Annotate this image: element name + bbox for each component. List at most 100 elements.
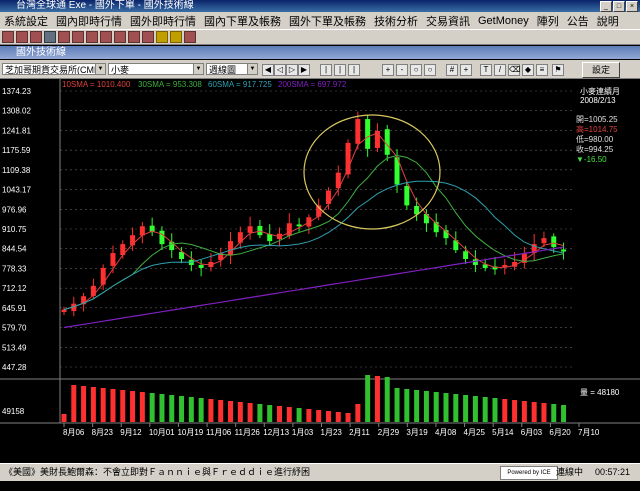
x-tick-label: 2月29 bbox=[378, 428, 400, 437]
bar-2-icon[interactable]: | bbox=[334, 64, 346, 76]
exchange-select[interactable]: 芝加哥期貨交易所(CME) ▼ bbox=[2, 63, 106, 75]
menu-help[interactable]: 說明 bbox=[593, 13, 623, 29]
candle-body bbox=[159, 230, 165, 245]
toolbar-icon-11[interactable] bbox=[142, 31, 154, 43]
volume-bar bbox=[345, 413, 351, 422]
volume-label: 量 = 48180 bbox=[580, 388, 620, 397]
info-date: 2008/2/13 bbox=[580, 96, 616, 105]
menu-domestic-orders[interactable]: 國內下單及帳務 bbox=[200, 13, 285, 29]
volume-bar bbox=[443, 393, 449, 422]
y-tick-label: 1175.59 bbox=[2, 146, 31, 155]
y-tick-label: 1241.81 bbox=[2, 126, 31, 135]
x-tick-label: 6月03 bbox=[521, 428, 543, 437]
text-tool-icon[interactable]: T bbox=[480, 64, 492, 76]
minimize-button[interactable]: _ bbox=[600, 1, 612, 12]
nav-next-icon[interactable]: ▷ bbox=[286, 64, 298, 76]
toolbar-icon-3[interactable] bbox=[30, 31, 42, 43]
volume-bar bbox=[335, 412, 341, 422]
volume-bar bbox=[365, 375, 371, 422]
volume-bar bbox=[286, 407, 292, 422]
volume-bar bbox=[81, 386, 87, 422]
volume-bar bbox=[276, 406, 282, 422]
menu-array[interactable]: 陣列 bbox=[533, 13, 563, 29]
candle-body bbox=[257, 225, 263, 236]
grid-icon[interactable]: # bbox=[446, 64, 458, 76]
window-titlebar: 台灣全球通 Exe - 國外下單 - 國外技術線 _ □ × bbox=[0, 0, 640, 12]
volume-bar bbox=[355, 404, 361, 422]
volume-bar bbox=[404, 389, 410, 422]
volume-bar bbox=[198, 398, 204, 422]
nav-first-icon[interactable]: ◀ bbox=[262, 64, 274, 76]
info-low: 低=980.00 bbox=[576, 134, 614, 144]
menu-announce[interactable]: 公告 bbox=[563, 13, 593, 29]
volume-bar bbox=[502, 399, 508, 422]
volume-bar bbox=[159, 394, 165, 422]
candle-body bbox=[463, 251, 469, 259]
pencil-icon[interactable]: / bbox=[494, 64, 506, 76]
candle-body bbox=[100, 267, 106, 285]
toolbar-icon-12[interactable] bbox=[156, 31, 168, 43]
child-window-titlebar: 國外技術線 bbox=[0, 46, 640, 59]
list-icon[interactable]: ≡ bbox=[536, 64, 548, 76]
bar-1-icon[interactable]: | bbox=[320, 64, 332, 76]
toolbar-icon-6[interactable] bbox=[72, 31, 84, 43]
menu-system[interactable]: 系統設定 bbox=[0, 13, 52, 29]
flag-icon[interactable]: ⚑ bbox=[552, 64, 564, 76]
volume-bar bbox=[130, 391, 136, 422]
toolbar-icon-14[interactable] bbox=[184, 31, 196, 43]
menu-getmoney[interactable]: GetMoney bbox=[474, 15, 533, 27]
x-tick-label: 10月19 bbox=[177, 428, 203, 437]
magnifier-icon[interactable]: ○ bbox=[410, 64, 422, 76]
eraser-icon[interactable]: ⌫ bbox=[508, 64, 520, 76]
toolbar-icon-2[interactable] bbox=[16, 31, 28, 43]
bar-3-icon[interactable]: | bbox=[348, 64, 360, 76]
volume-bar bbox=[394, 388, 400, 422]
toolbar-icon-8[interactable] bbox=[100, 31, 112, 43]
candle-body bbox=[355, 119, 361, 144]
nav-last-icon[interactable]: ▶ bbox=[298, 64, 310, 76]
volume-bar bbox=[453, 394, 459, 422]
toolbar-icon-9[interactable] bbox=[114, 31, 126, 43]
chevron-down-icon: ▼ bbox=[95, 64, 105, 74]
menu-trade-info[interactable]: 交易資訊 bbox=[422, 13, 474, 29]
volume-bar bbox=[237, 402, 243, 422]
toolbar-icon-5[interactable] bbox=[58, 31, 70, 43]
toolbar-icon-13[interactable] bbox=[170, 31, 182, 43]
product-select[interactable]: 小麥 ▼ bbox=[108, 63, 204, 75]
x-tick-label: 1月03 bbox=[292, 428, 314, 437]
y-tick-label: 1308.02 bbox=[2, 107, 31, 116]
nav-prev-icon[interactable]: ◁ bbox=[274, 64, 286, 76]
volume-bar bbox=[208, 399, 214, 422]
maximize-button[interactable]: □ bbox=[613, 1, 625, 12]
x-tick-label: 3月19 bbox=[406, 428, 428, 437]
menu-domestic-quotes[interactable]: 國內即時行情 bbox=[52, 13, 126, 29]
zoom-out-icon[interactable]: - bbox=[396, 64, 408, 76]
color-icon[interactable]: ◆ bbox=[522, 64, 534, 76]
volume-bar bbox=[433, 392, 439, 422]
toolbar-icon-1[interactable] bbox=[2, 31, 14, 43]
menu-foreign-quotes[interactable]: 國外即時行情 bbox=[126, 13, 200, 29]
menu-foreign-orders[interactable]: 國外下單及帳務 bbox=[285, 13, 370, 29]
statusbar: 《美國》美財長鮑爾森：不會立即對Ｆａｎｎｉｅ與Ｆｒｅｄｄｉｅ進行紓困 Power… bbox=[0, 463, 640, 488]
x-tick-label: 1月23 bbox=[321, 428, 343, 437]
magnifier-2-icon[interactable]: ○ bbox=[424, 64, 436, 76]
x-tick-label: 10月01 bbox=[149, 428, 175, 437]
volume-bar bbox=[179, 396, 185, 422]
volume-bar bbox=[541, 403, 547, 422]
close-button[interactable]: × bbox=[626, 1, 638, 12]
toolbar-icon-4[interactable] bbox=[44, 31, 56, 43]
info-change: ▼-16.50 bbox=[576, 155, 607, 164]
y-tick-label: 712.12 bbox=[2, 284, 27, 293]
zoom-in-icon[interactable]: + bbox=[382, 64, 394, 76]
menu-technical[interactable]: 技術分析 bbox=[370, 13, 422, 29]
candle-body bbox=[296, 224, 302, 227]
volume-bar bbox=[139, 392, 145, 422]
volume-bar bbox=[71, 385, 77, 422]
chevron-down-icon: ▼ bbox=[247, 64, 257, 74]
volume-bar bbox=[512, 400, 518, 422]
crosshair-icon[interactable]: + bbox=[460, 64, 472, 76]
toolbar-icon-7[interactable] bbox=[86, 31, 98, 43]
period-select[interactable]: 週線圖 ▼ bbox=[206, 63, 258, 75]
settings-button[interactable]: 設定 bbox=[582, 62, 620, 78]
toolbar-icon-10[interactable] bbox=[128, 31, 140, 43]
